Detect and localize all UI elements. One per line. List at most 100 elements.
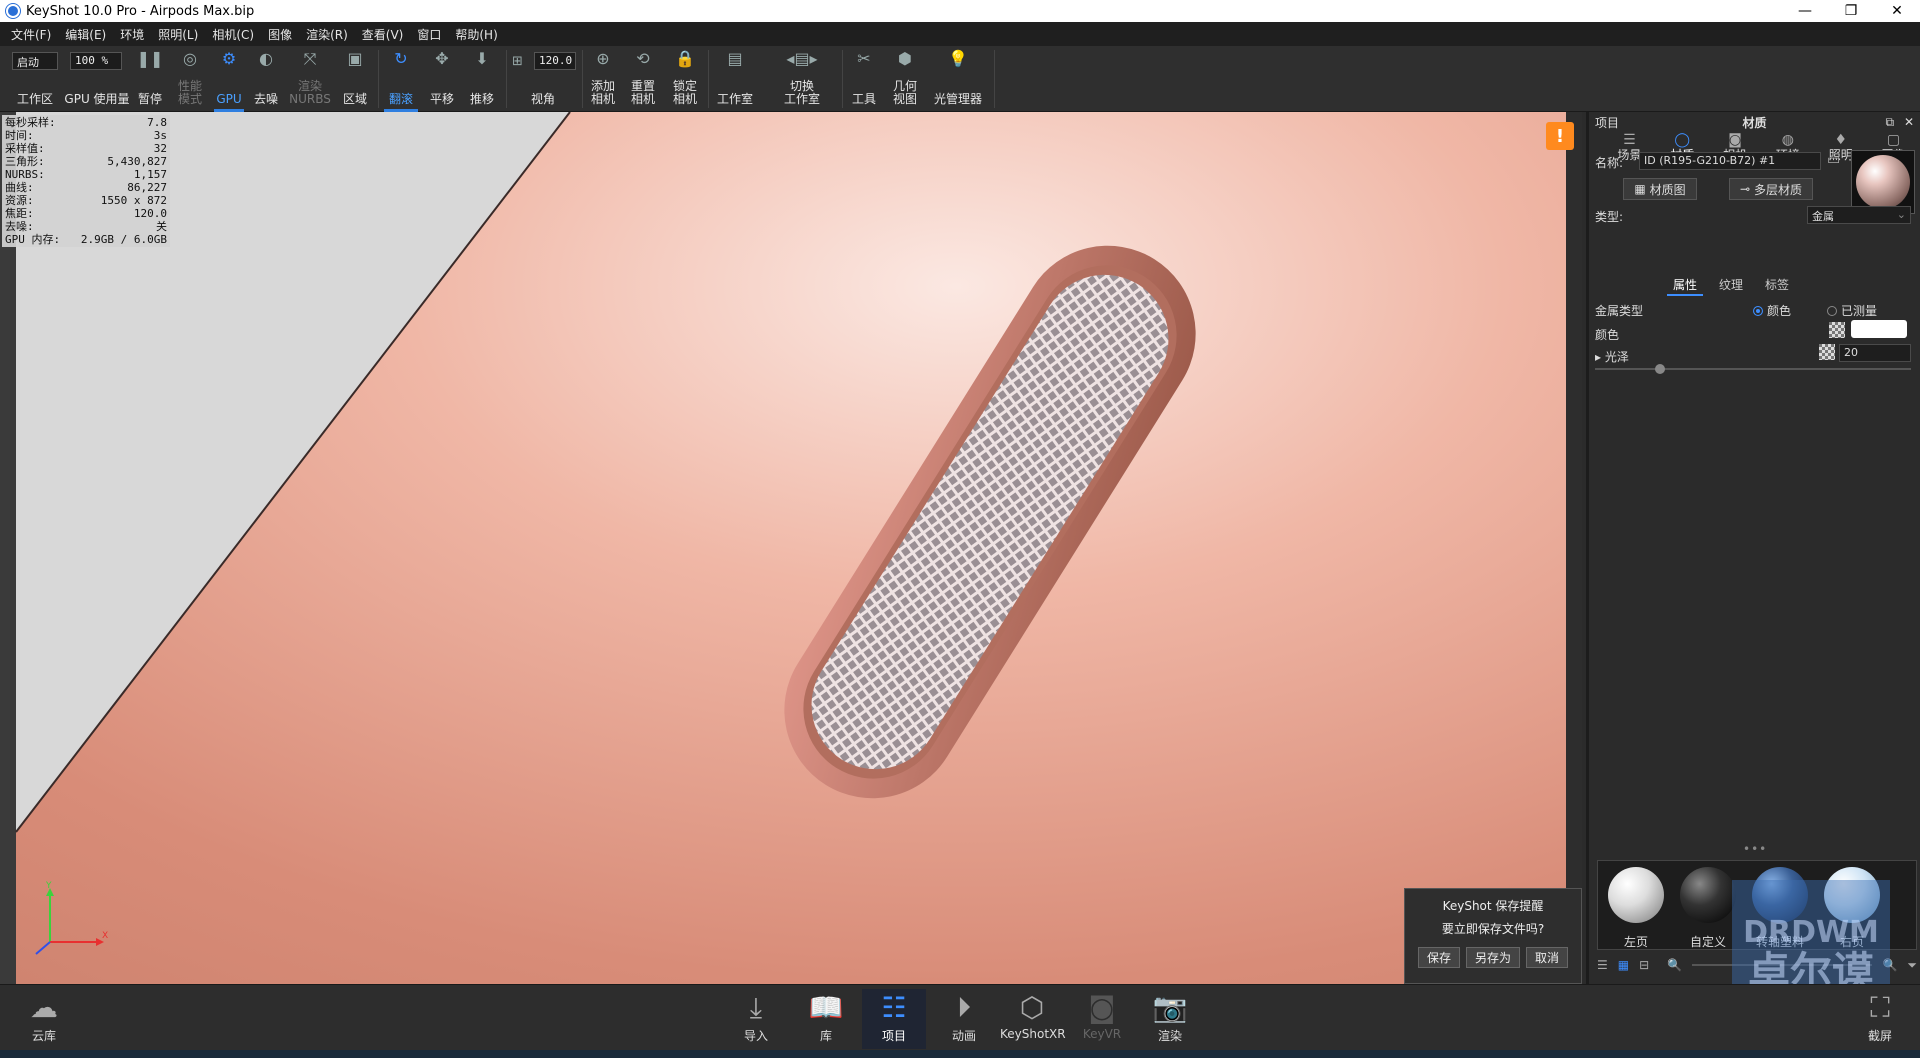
pan-button[interactable]: ✥ 平移 — [424, 46, 460, 112]
more-dots-icon[interactable]: ••• — [1743, 842, 1767, 856]
pan-label: 平移 — [429, 92, 454, 106]
geometry-view-button[interactable]: ⬢ 几何 视图 — [888, 46, 922, 112]
menu-view[interactable]: 查看(V) — [355, 26, 411, 43]
menu-help[interactable]: 帮助(H) — [448, 26, 504, 43]
animation-play-icon: ⏵ — [956, 991, 971, 1024]
fov-label: 视角 — [530, 92, 555, 106]
pause-button[interactable]: ❚❚ 暂停 — [134, 46, 166, 112]
animation-button[interactable]: ⏵ 动画 — [932, 989, 996, 1049]
multilayer-material-button[interactable]: ⊸ 多层材质 — [1729, 178, 1813, 200]
stat-row: NURBS: 1,157 — [5, 168, 167, 181]
project-panel: 项目 材质 ⧉ ✕ ☰场景 ◯材质 ◙相机 ◍环境 ♦照明 ▢图像 名称: ID… — [1586, 112, 1920, 984]
toolbar-separator — [708, 50, 709, 108]
minimize-button[interactable]: — — [1782, 0, 1828, 22]
tumble-button[interactable]: ↻ 翻滚 — [382, 46, 420, 112]
gpu-usage-button[interactable]: GPU 使用量 — [64, 46, 130, 112]
region-label: 区域 — [342, 92, 367, 106]
material-name-field[interactable]: ID (R195-G210-B72) #1 — [1639, 152, 1821, 170]
cloud-library-button[interactable]: ☁ 云库 — [12, 989, 76, 1049]
maximize-button[interactable]: ❐ — [1828, 0, 1874, 22]
undock-icon[interactable]: ⧉ — [1886, 115, 1895, 129]
menu-edit[interactable]: 编辑(E) — [58, 26, 113, 43]
fov-button[interactable]: 视角 — [520, 46, 566, 112]
menu-camera[interactable]: 相机(C) — [205, 26, 261, 43]
keyshotxr-button[interactable]: ⬡ KeyShotXR — [1000, 989, 1066, 1049]
light-manager-icon: 💡 — [948, 49, 968, 68]
save-as-button[interactable]: 另存为 — [1465, 947, 1520, 968]
save-material-icon[interactable]: ▭ — [1827, 152, 1840, 168]
project-button[interactable]: ☷ 项目 — [862, 989, 926, 1053]
performance-mode-button[interactable]: ◎ 性能 模式 — [174, 46, 206, 112]
roughness-texture-icon[interactable] — [1819, 344, 1835, 360]
vr-headset-icon: ◙ — [1088, 991, 1116, 1024]
save-button[interactable]: 保存 — [1417, 947, 1460, 968]
radio-off-icon — [1827, 306, 1837, 316]
cancel-button[interactable]: 取消 — [1526, 947, 1569, 968]
roughness-field[interactable]: 20 — [1839, 344, 1911, 362]
studio-button[interactable]: ▤ 工作室 — [712, 46, 758, 112]
axis-gizmo: Y X — [35, 881, 108, 955]
library-button[interactable]: 📖 库 — [794, 989, 858, 1049]
material-preview[interactable] — [1851, 150, 1915, 214]
light-manager-label: 光管理器 — [933, 92, 982, 106]
dolly-icon: ⬇ — [475, 49, 489, 68]
warning-icon[interactable]: ! — [1546, 122, 1574, 150]
menu-render[interactable]: 渲染(R) — [299, 26, 355, 43]
library-item-left-page[interactable] — [1608, 867, 1664, 923]
save-dialog-title: KeyShot 保存提醒 — [1442, 899, 1544, 913]
gpu-usage-label: GPU 使用量 — [64, 92, 130, 106]
keyvr-button[interactable]: ◙ KeyVR — [1070, 989, 1134, 1049]
render-button[interactable]: 📷 渲染 — [1138, 989, 1202, 1049]
close-button[interactable]: ✕ — [1874, 0, 1920, 22]
studio-icon: ▤ — [727, 49, 743, 68]
gpu-toggle-button[interactable]: ⚙ GPU — [212, 46, 246, 112]
material-type-select[interactable]: 金属 ⌄ — [1807, 206, 1911, 224]
material-graph-button[interactable]: ▦ 材质图 — [1623, 178, 1697, 200]
list-view-icon[interactable]: ☰ — [1597, 958, 1608, 972]
library-label: 左页 — [1623, 935, 1648, 949]
menu-environment[interactable]: 环境 — [113, 26, 151, 43]
workspace-button[interactable]: 工作区 — [10, 46, 60, 112]
panel-center-title: 材质 — [1742, 115, 1767, 130]
tumble-label: 翻滚 — [388, 92, 413, 106]
lock-camera-button[interactable]: 🔒 锁定 相机 — [668, 46, 702, 112]
screenshot-button[interactable]: ⛶ 截屏 — [1848, 989, 1912, 1049]
menu-file[interactable]: 文件(F) — [4, 26, 58, 43]
tree-view-icon[interactable]: ⊟ — [1639, 958, 1649, 972]
reset-camera-button[interactable]: ⟲ 重置 相机 — [626, 46, 660, 112]
metal-type-measured-radio[interactable]: 已测量 — [1827, 302, 1877, 319]
tab-properties[interactable]: 属性 — [1666, 276, 1704, 296]
menu-image[interactable]: 图像 — [261, 26, 299, 43]
tab-textures[interactable]: 纹理 — [1719, 276, 1743, 293]
zoom-out-icon[interactable]: 🔍 — [1667, 958, 1682, 972]
roughness-slider-track[interactable] — [1595, 368, 1911, 370]
region-button[interactable]: ▣ 区域 — [338, 46, 372, 112]
texture-map-icon[interactable] — [1829, 322, 1845, 338]
light-manager-button[interactable]: 💡 光管理器 — [930, 46, 986, 112]
close-panel-icon[interactable]: ✕ — [1904, 115, 1914, 129]
toolbar-separator — [582, 50, 583, 108]
roughness-row[interactable]: ▸ 光泽 — [1595, 348, 1629, 365]
pause-icon: ❚❚ — [136, 49, 164, 68]
tab-labels[interactable]: 标签 — [1765, 276, 1789, 293]
metal-type-color-radio[interactable]: 颜色 — [1753, 302, 1791, 319]
filter-icon[interactable]: ⏷ — [1907, 958, 1917, 973]
studio-label: 工作室 — [716, 92, 753, 106]
color-swatch[interactable] — [1851, 320, 1907, 338]
menu-window[interactable]: 窗口 — [410, 26, 448, 43]
stat-row: 焦距: 120.0 — [5, 207, 167, 220]
roughness-slider-handle[interactable] — [1655, 364, 1665, 374]
import-button[interactable]: ⤓ 导入 — [724, 989, 788, 1049]
tools-button[interactable]: ✂ 工具 — [846, 46, 882, 112]
denoise-button[interactable]: ◐ 去噪 — [250, 46, 282, 112]
grid-view-icon[interactable]: ▦ — [1618, 958, 1629, 972]
render-nurbs-button[interactable]: ⤧ 渲染 NURBS — [288, 46, 332, 112]
switch-studio-button[interactable]: ◂▤▸ 切换 工作室 — [774, 46, 830, 112]
library-item-custom[interactable] — [1680, 867, 1736, 923]
screenshot-icon: ⛶ — [1870, 991, 1890, 1024]
render-viewport[interactable]: 每秒采样: 7.8 时间: 3s 采样值: 32 三角形: 5,430,827 NURB… — [0, 112, 1582, 984]
add-camera-button[interactable]: ⊕ 添加 相机 — [586, 46, 620, 112]
dolly-button[interactable]: ⬇ 推移 — [464, 46, 500, 112]
menu-lighting[interactable]: 照明(L) — [151, 26, 205, 43]
stat-row: 三角形: 5,430,827 — [5, 155, 167, 168]
